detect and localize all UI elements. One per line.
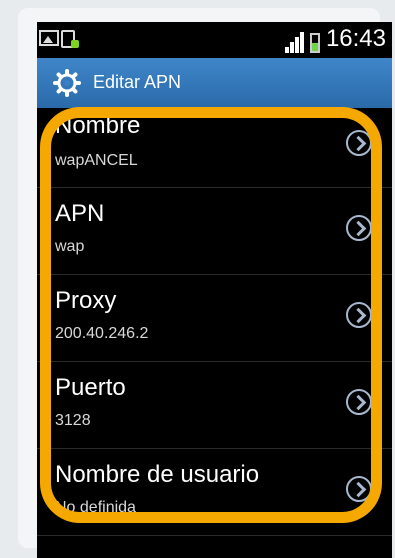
page-title: Editar APN [93,72,182,92]
setting-label: Puerto [55,374,126,401]
apn-settings-list: Nombre wapANCEL APN wap Proxy 200.40.246… [37,108,392,536]
setting-row-proxy[interactable]: Proxy 200.40.246.2 [37,275,392,362]
setting-label: Proxy [55,287,117,314]
status-bar: 16:43 [37,22,392,58]
picture-icon [39,30,59,46]
setting-value: wap [55,238,85,255]
setting-value: wapANCEL [55,152,138,169]
setting-row-usuario[interactable]: Nombre de usuario No definida [37,449,392,536]
setting-row-apn[interactable]: APN wap [37,188,392,275]
setting-value: 3128 [55,412,91,429]
chevron-right-icon[interactable] [346,389,372,415]
gear-icon[interactable] [53,69,81,97]
chevron-right-icon[interactable] [346,302,372,328]
setting-label: Nombre [55,112,141,139]
setting-label: APN [55,200,105,227]
chevron-right-icon[interactable] [346,215,372,241]
setting-value: 200.40.246.2 [55,325,149,342]
status-indicators: 16:43 [284,25,386,53]
phone-icon [61,30,79,48]
setting-label: Nombre de usuario [55,461,260,488]
battery-icon [309,33,320,53]
clock: 16:43 [325,25,386,52]
chevron-right-icon[interactable] [346,130,372,156]
setting-row-puerto[interactable]: Puerto 3128 [37,362,392,449]
setting-row-nombre[interactable]: Nombre wapANCEL [37,108,392,188]
phone-screen: 16:43 Editar APN Nombre wapANCEL APN wap… [37,22,392,558]
signal-icon [284,31,304,53]
chevron-right-icon[interactable] [346,476,372,502]
setting-value: No definida [55,499,136,516]
notification-icons [39,30,79,48]
title-bar: Editar APN [37,58,392,108]
